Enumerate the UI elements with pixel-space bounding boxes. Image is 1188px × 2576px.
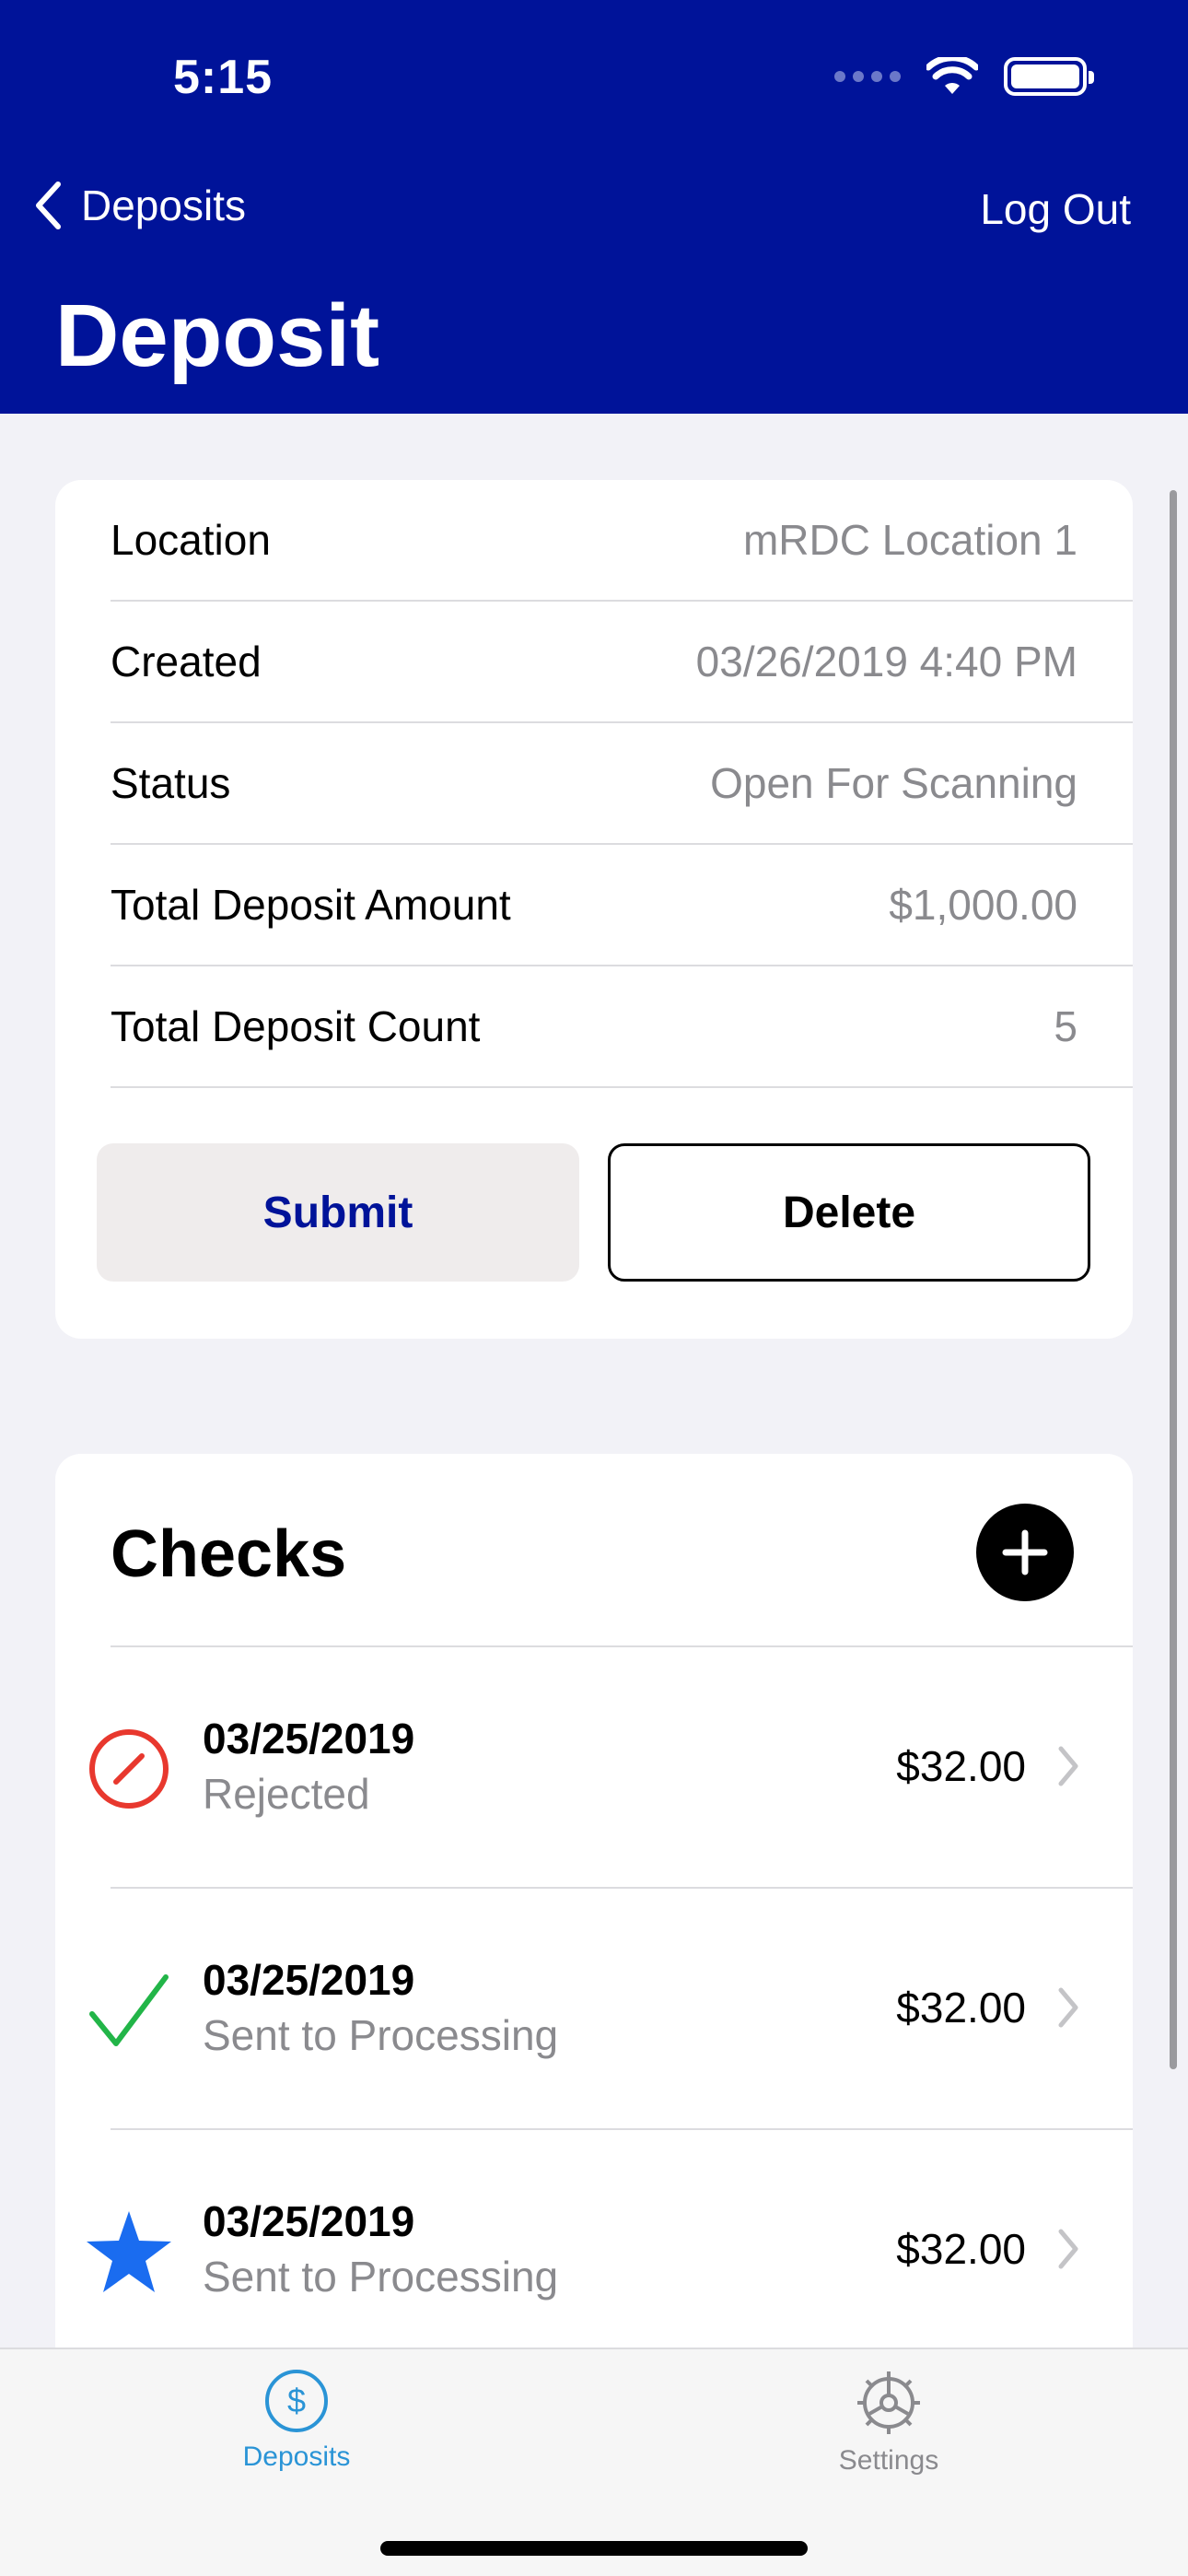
star-icon [87, 2211, 171, 2292]
tab-label: Settings [838, 2445, 939, 2476]
check-row[interactable]: 03/25/2019 Sent to Processing $32.00 [55, 1889, 1133, 2130]
check-amount: $32.00 [896, 1984, 1026, 2032]
check-date: 03/25/2019 [203, 1715, 415, 1762]
status-time: 5:15 [173, 51, 274, 104]
scrollbar[interactable] [1170, 490, 1177, 2069]
info-row-total-amount: Total Deposit Amount $1,000.00 [111, 845, 1133, 966]
gear-icon [857, 2371, 920, 2434]
chevron-right-icon [1058, 2229, 1078, 2269]
logout-button[interactable]: Log Out [980, 184, 1131, 234]
info-value: 03/26/2019 4:40 PM [695, 638, 1077, 685]
info-value: $1,000.00 [889, 881, 1077, 929]
info-label: Created [111, 638, 262, 685]
tab-label: Deposits [242, 2441, 351, 2472]
info-value: 5 [1054, 1002, 1077, 1050]
check-amount: $32.00 [896, 2225, 1026, 2273]
svg-text:$: $ [287, 2382, 306, 2419]
cellular-signal-icon [834, 71, 901, 82]
info-row-total-count: Total Deposit Count 5 [111, 966, 1133, 1088]
wifi-icon [926, 57, 978, 94]
home-indicator [380, 2541, 808, 2556]
tab-deposits[interactable]: $ Deposits [195, 2368, 398, 2473]
chevron-left-icon [36, 181, 61, 229]
info-label: Location [111, 516, 271, 564]
check-date: 03/25/2019 [203, 1956, 415, 2004]
dollar-circle-icon: $ [265, 2370, 328, 2432]
check-status: Rejected [203, 1770, 370, 1818]
check-row[interactable]: 03/25/2019 Sent to Processing $32.00 [55, 2130, 1133, 2371]
status-icons [834, 57, 1094, 96]
info-row-location: Location mRDC Location 1 [111, 480, 1133, 602]
check-date: 03/25/2019 [203, 2197, 415, 2245]
battery-icon [1004, 57, 1094, 96]
info-value: mRDC Location 1 [742, 516, 1077, 564]
nav-header: 5:15 Deposits Log Out Deposit [0, 0, 1188, 414]
info-row-created: Created 03/26/2019 4:40 PM [111, 602, 1133, 723]
back-label: Deposits [81, 181, 246, 229]
info-value: Open For Scanning [710, 759, 1077, 807]
chevron-right-icon [1058, 1746, 1078, 1786]
check-amount: $32.00 [896, 1742, 1026, 1790]
check-status: Sent to Processing [203, 2253, 559, 2301]
submit-button[interactable]: Submit [97, 1143, 579, 1282]
checkmark-icon [89, 1974, 169, 2046]
info-label: Total Deposit Amount [111, 881, 511, 929]
plus-icon [1002, 1529, 1048, 1575]
delete-button[interactable]: Delete [608, 1143, 1090, 1282]
back-button[interactable]: Deposits [33, 181, 246, 230]
check-row[interactable]: 03/25/2019 Rejected $32.00 [55, 1647, 1133, 1889]
check-status: Sent to Processing [203, 2011, 559, 2059]
deposit-info-card: Location mRDC Location 1 Created 03/26/2… [55, 480, 1133, 1339]
checks-title: Checks [111, 1517, 347, 1591]
add-check-button[interactable] [976, 1504, 1074, 1601]
info-row-status: Status Open For Scanning [111, 723, 1133, 845]
info-label: Total Deposit Count [111, 1002, 481, 1050]
chevron-right-icon [1058, 1987, 1078, 2028]
info-label: Status [111, 759, 231, 807]
page-title: Deposit [55, 287, 380, 385]
tab-settings[interactable]: Settings [787, 2368, 990, 2476]
rejected-icon [89, 1729, 169, 1809]
